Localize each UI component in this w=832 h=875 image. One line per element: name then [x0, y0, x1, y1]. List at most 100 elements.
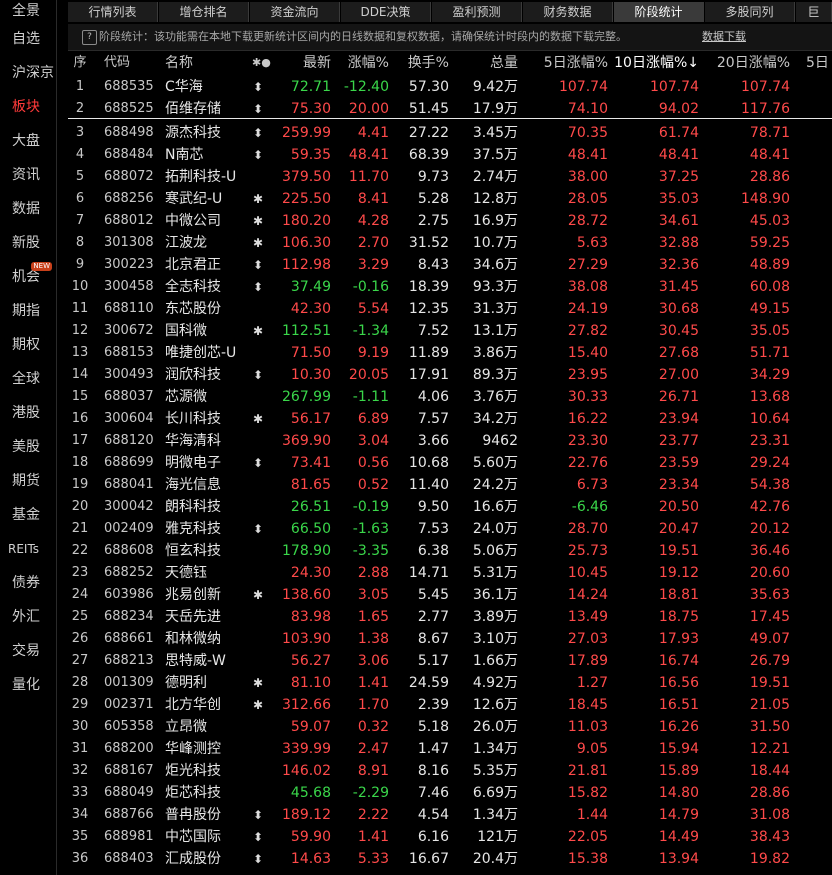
sidebar-item-19[interactable]: 交易	[0, 634, 56, 668]
header-code[interactable]: 代码	[104, 52, 130, 74]
sidebar-item-9[interactable]: 期指	[0, 294, 56, 328]
tab-1[interactable]: 增仓排名	[159, 2, 249, 22]
header-20day-change[interactable]: 20日涨幅%	[717, 52, 790, 74]
table-row[interactable]: 35 688981 中芯国际 ⬍ 59.90 1.41 6.16 121万 22.05 14.49…	[68, 826, 832, 848]
table-row[interactable]: 11 688110 东芯股份 42.30 5.54 12.35 31.3万 24.19 30.6…	[68, 298, 832, 320]
table-row[interactable]: 13 688153 唯捷创芯-U 71.50 9.19 11.89 3.86万 15.40 27…	[68, 342, 832, 364]
table-row[interactable]: 3 688498 源杰科技 ⬍ 259.99 4.41 27.22 3.45万 70.35 61.…	[68, 122, 832, 144]
sidebar-item-2[interactable]: 沪深京	[0, 56, 56, 90]
sidebar-item-6[interactable]: 数据	[0, 192, 56, 226]
sidebar-item-14[interactable]: 期货	[0, 464, 56, 498]
20day-change: 28.86	[749, 785, 790, 801]
table-row[interactable]: 14 300493 润欣科技 ⬍ 10.30 20.05 17.91 89.3万 23.95 27…	[68, 364, 832, 386]
data-download-link[interactable]: 数据下载	[702, 24, 746, 50]
table-row[interactable]: 17 688120 华海清科 369.90 3.04 3.66 9462 23.30 23.77…	[68, 430, 832, 452]
table-row[interactable]: 26 688661 和林微纳 103.90 1.38 8.67 3.10万 27.03 17.9…	[68, 628, 832, 650]
tab-8[interactable]: 巨	[796, 2, 832, 22]
table-row[interactable]: 10 300458 全志科技 ⬍ 37.49 -0.16 18.39 93.3万 38.08 31…	[68, 276, 832, 298]
header-name[interactable]: 名称	[165, 52, 193, 74]
stock-mark-icon: ✱	[252, 676, 264, 690]
header-change-pct[interactable]: 涨幅%	[348, 52, 389, 74]
help-icon[interactable]: ?	[82, 30, 97, 45]
row-index: 11	[71, 301, 89, 316]
sidebar-item-3[interactable]: 板块	[0, 90, 56, 124]
turnover-pct: 17.91	[408, 367, 449, 383]
table-row[interactable]: 34 688766 普冉股份 ⬍ 189.12 2.22 4.54 1.34万 1.44 14.7…	[68, 804, 832, 826]
tab-7[interactable]: 多股同列	[705, 2, 795, 22]
stock-code: 300493	[104, 367, 154, 382]
stock-code: 605358	[104, 719, 154, 734]
tab-6[interactable]: 阶段统计	[614, 2, 704, 22]
table-row[interactable]: 15 688037 芯源微 267.99 -1.11 4.06 3.76万 30.33 26.7…	[68, 386, 832, 408]
sidebar-item-20[interactable]: 量化	[0, 668, 56, 702]
header-turnover[interactable]: 换手%	[408, 52, 449, 74]
table-row[interactable]: 21 002409 雅克科技 ⬍ 66.50 -1.63 7.53 24.0万 28.70 20.…	[68, 518, 832, 540]
table-row[interactable]: 30 605358 立昂微 59.07 0.32 5.18 26.0万 11.03 16.26 3…	[68, 716, 832, 738]
table-row[interactable]: 33 688049 炬芯科技 45.68 -2.29 7.46 6.69万 15.82 14.8…	[68, 782, 832, 804]
turnover-pct: 3.66	[417, 433, 449, 449]
table-row[interactable]: 23 688252 天德钰 24.30 2.88 14.71 5.31万 10.45 19.12…	[68, 562, 832, 584]
table-row[interactable]: 12 300672 国科微 ✱ 112.51 -1.34 7.52 13.1万 27.82 30.…	[68, 320, 832, 342]
table-row[interactable]: 20 300042 朗科科技 26.51 -0.19 9.50 16.6万 -6.46 20.5…	[68, 496, 832, 518]
sidebar-item-8[interactable]: 机会 NEW	[0, 260, 56, 294]
table-row[interactable]: 8 301308 江波龙 ✱ 106.30 2.70 31.52 10.7万 5.63 32.88…	[68, 232, 832, 254]
table-row[interactable]: 18 688699 明微电子 ⬍ 73.41 0.56 10.68 5.60万 22.76 23.…	[68, 452, 832, 474]
table-row[interactable]: 5 688072 拓荆科技-U 379.50 11.70 9.73 2.74万 38.00 37…	[68, 166, 832, 188]
sidebar-item-1[interactable]: 自选	[0, 22, 56, 56]
header-5day-change[interactable]: 5日涨幅%	[544, 52, 608, 74]
table-row[interactable]: 25 688234 天岳先进 83.98 1.65 2.77 3.89万 13.49 18.75…	[68, 606, 832, 628]
table-row[interactable]: 2 688525 佰维存储 ⬍ 75.30 20.00 51.45 17.9万 74.10 94.…	[68, 98, 832, 120]
tab-0[interactable]: 行情列表	[68, 2, 158, 22]
change-pct: 6.89	[357, 411, 389, 427]
table-row[interactable]: 22 688608 恒玄科技 178.90 -3.35 6.38 5.06万 25.73 19.…	[68, 540, 832, 562]
latest-price: 42.30	[290, 301, 331, 317]
table-row[interactable]: 4 688484 N南芯 ⬍ 59.35 48.41 68.39 37.5万 48.41 48.4…	[68, 144, 832, 166]
header-10day-change[interactable]: 10日涨幅%↓	[614, 52, 699, 74]
table-row[interactable]: 27 688213 思特威-W 56.27 3.06 5.17 1.66万 17.89 16.7…	[68, 650, 832, 672]
sidebar-item-18[interactable]: 外汇	[0, 600, 56, 634]
sidebar-item-10[interactable]: 期权	[0, 328, 56, 362]
header-index[interactable]: 序	[68, 52, 92, 74]
table-row[interactable]: 28 001309 德明利 ✱ 81.10 1.41 24.59 4.92万 1.27 16.56…	[68, 672, 832, 694]
5day-change: 27.29	[567, 257, 608, 273]
sidebar-item-7[interactable]: 新股	[0, 226, 56, 260]
header-mark[interactable]: ✱●	[252, 52, 271, 74]
header-volume[interactable]: 总量	[490, 52, 518, 74]
table-row[interactable]: 29 002371 北方华创 ✱ 312.66 1.70 2.39 12.6万 18.45 16.…	[68, 694, 832, 716]
table-row[interactable]: 7 688012 中微公司 ✱ 180.20 4.28 2.75 16.9万 28.72 34.6…	[68, 210, 832, 232]
stock-mark-icon: ✱	[252, 412, 264, 426]
sidebar-item-5[interactable]: 资讯	[0, 158, 56, 192]
table-row[interactable]: 36 688403 汇成股份 ⬍ 14.63 5.33 16.67 20.4万 15.38 13.…	[68, 848, 832, 870]
sidebar-item-11[interactable]: 全球	[0, 362, 56, 396]
20day-change: 35.05	[749, 323, 790, 339]
sidebar-item-12[interactable]: 港股	[0, 396, 56, 430]
table-row[interactable]: 19 688041 海光信息 81.65 0.52 11.40 24.2万 6.73 23.34…	[68, 474, 832, 496]
table-row[interactable]: 9 300223 北京君正 ⬍ 112.98 3.29 8.43 34.6万 27.29 32.3…	[68, 254, 832, 276]
stock-name: 北方华创	[165, 697, 221, 713]
table-row[interactable]: 1 688535 C华海 ⬍ 72.71 -12.40 57.30 9.42万 107.74 10…	[68, 76, 832, 98]
sidebar-item-17[interactable]: 债券	[0, 566, 56, 600]
total-volume: 37.5万	[472, 147, 518, 163]
tab-2[interactable]: 资金流向	[250, 2, 340, 22]
table-row[interactable]: 6 688256 寒武纪-U ✱ 225.50 8.41 5.28 12.8万 28.05 35.…	[68, 188, 832, 210]
header-5day-extra[interactable]: 5日	[806, 52, 829, 74]
sidebar-item-label: 债券	[12, 575, 40, 591]
table-row[interactable]: 31 688200 华峰测控 339.99 2.47 1.47 1.34万 9.05 15.94…	[68, 738, 832, 760]
sidebar-item-4[interactable]: 大盘	[0, 124, 56, 158]
table-row[interactable]: 24 603986 兆易创新 ✱ 138.60 3.05 5.45 36.1万 14.24 18.…	[68, 584, 832, 606]
table-row[interactable]: 32 688167 炬光科技 146.02 8.91 8.16 5.35万 21.81 15.8…	[68, 760, 832, 782]
sidebar-item-15[interactable]: 基金	[0, 498, 56, 532]
table-row[interactable]: 16 300604 长川科技 ✱ 56.17 6.89 7.57 34.2万 16.22 23.9…	[68, 408, 832, 430]
10day-change: 20.47	[658, 521, 699, 537]
latest-price: 112.98	[282, 257, 331, 273]
stock-name: 恒玄科技	[165, 543, 221, 559]
header-price[interactable]: 最新	[303, 52, 331, 74]
tab-3[interactable]: DDE决策	[341, 2, 431, 22]
tab-5[interactable]: 财务数据	[523, 2, 613, 22]
sidebar-item-13[interactable]: 美股	[0, 430, 56, 464]
5day-change: 15.40	[567, 345, 608, 361]
stock-mark-icon: ⬍	[252, 456, 264, 470]
row-index: 34	[71, 807, 89, 822]
tab-4[interactable]: 盈利预测	[432, 2, 522, 22]
sidebar-item-16[interactable]: REITs	[0, 532, 56, 566]
